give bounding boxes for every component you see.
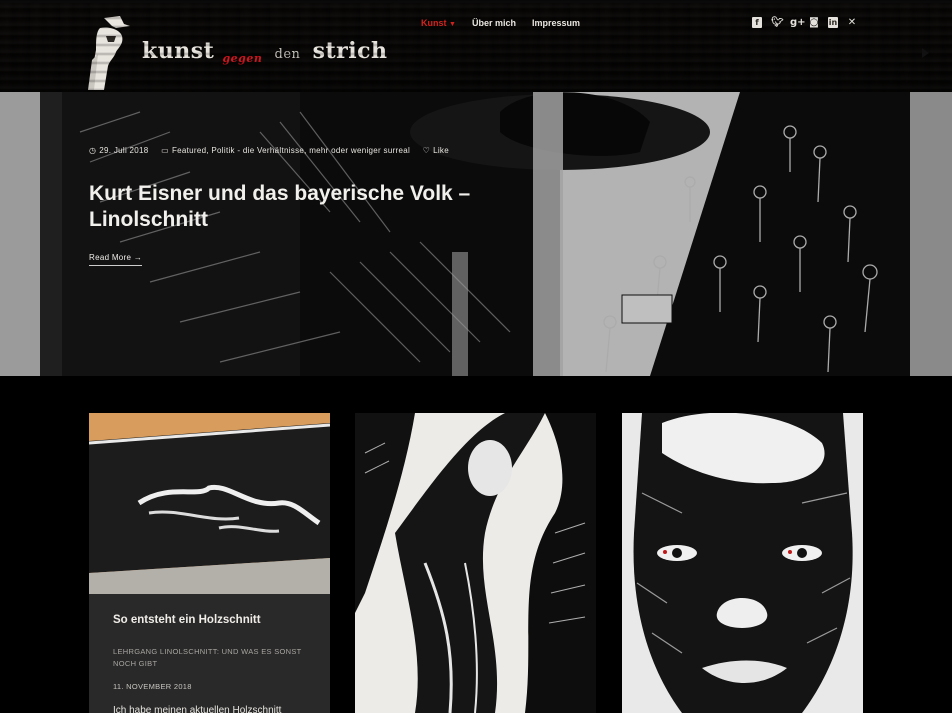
xing-icon[interactable]: ✕: [847, 17, 857, 28]
linkedin-icon[interactable]: in: [828, 17, 838, 28]
site-logo[interactable]: kunst gegen den strich: [86, 14, 387, 90]
post-card[interactable]: So entsteht ein Holzschnitt Lehrgang Lin…: [89, 413, 330, 713]
logo-word-strich: strich: [312, 38, 388, 64]
post-categories-text: Featured, Politik - die Verhältnisse, me…: [171, 146, 411, 155]
featured-post-title[interactable]: Kurt Eisner und das bayerische Volk – Li…: [89, 181, 529, 233]
twitter-icon[interactable]: 🐦︎: [771, 17, 784, 28]
like-button[interactable]: ♡ Like: [423, 146, 449, 155]
nav-item-label: Kunst: [421, 18, 447, 28]
post-categories[interactable]: ▭ Featured, Politik - die Verhältnisse, m…: [161, 146, 410, 155]
post-thumbnail-image: [622, 413, 863, 713]
nav-item-label: Über mich: [471, 18, 516, 28]
main-nav: Kunst ▼ Über mich Impressum: [421, 18, 596, 28]
logo-word-den: den: [274, 47, 301, 62]
nav-item-kunst[interactable]: Kunst ▼: [421, 18, 456, 28]
folder-icon: ▭: [161, 146, 169, 155]
post-card[interactable]: [622, 413, 863, 713]
logo-word-gegen: gegen: [222, 52, 263, 65]
facebook-icon[interactable]: f: [752, 17, 762, 28]
post-card-body: So entsteht ein Holzschnitt Lehrgang Lin…: [113, 614, 313, 713]
read-more-label: Read More: [89, 253, 132, 262]
post-meta: ◷ 29. Juli 2018 ▭ Featured, Politik - die …: [89, 146, 459, 155]
post-date: 11. November 2018: [113, 682, 192, 691]
clock-icon: ◷: [89, 146, 97, 155]
featured-post-hero[interactable]: ◷ 29. Juli 2018 ▭ Featured, Politik - die …: [0, 92, 952, 376]
post-categories[interactable]: Lehrgang Linolschnitt: und was es sonst …: [113, 646, 313, 670]
post-title[interactable]: So entsteht ein Holzschnitt: [113, 614, 313, 626]
top-border: [0, 0, 952, 3]
nav-item-label: Impressum: [531, 18, 580, 28]
logo-word-kunst: kunst: [142, 38, 215, 64]
post-date: ◷ 29. Juli 2018: [89, 146, 149, 155]
post-thumbnail-image: [89, 413, 330, 594]
logo-wordmark: kunst gegen den strich: [142, 38, 388, 65]
site-header: kunst gegen den strich Kunst ▼ Über mich…: [0, 0, 952, 92]
instagram-icon[interactable]: ◙: [809, 17, 819, 28]
nav-item-ueber-mich[interactable]: Über mich: [472, 18, 516, 28]
nav-item-impressum[interactable]: Impressum: [532, 18, 580, 28]
heart-icon: ♡: [422, 146, 431, 155]
post-date-text: 29. Juli 2018: [99, 146, 149, 155]
logo-figure-icon: [88, 16, 130, 90]
posts-grid: So entsteht ein Holzschnitt Lehrgang Lin…: [0, 376, 952, 713]
caret-down-icon: ▼: [449, 21, 456, 28]
post-card[interactable]: [355, 413, 596, 713]
google-plus-icon[interactable]: g+: [790, 17, 806, 28]
arrow-right-icon: →: [133, 253, 143, 262]
header-decor-arrow: [922, 48, 929, 58]
read-more-link[interactable]: Read More →: [89, 253, 143, 266]
post-thumbnail-image: [355, 413, 596, 713]
like-label: Like: [433, 146, 449, 155]
social-links: f 🐦︎ g+ ◙ in ✕: [752, 17, 866, 28]
hero-overlay: [0, 92, 952, 376]
post-excerpt: Ich habe meinen aktuellen Holzschnitt: [113, 705, 282, 713]
